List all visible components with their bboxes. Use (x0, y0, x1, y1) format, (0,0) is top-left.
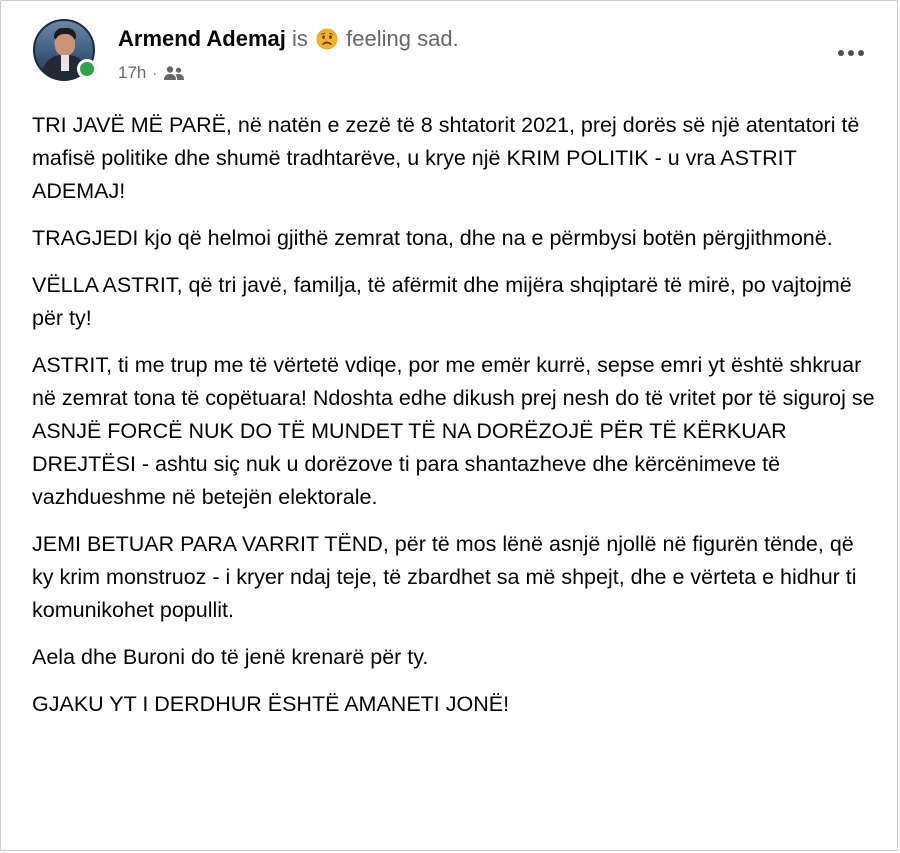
meta-separator: · (152, 65, 158, 81)
more-options-icon[interactable] (831, 37, 871, 69)
post-paragraph: Aela dhe Buroni do të jenë krenarë për t… (32, 645, 429, 669)
post-meta: 17h · (118, 62, 185, 84)
post-timestamp[interactable]: 17h (118, 62, 146, 84)
post-paragraph: TRI JAVË MË PARË, në natën e zezë të 8 s… (32, 113, 860, 203)
online-status-dot (77, 59, 97, 79)
feeling-text[interactable]: feeling sad. (346, 26, 459, 51)
facebook-post: Armend Ademaj is feeling sad. 17h · TRI … (0, 0, 898, 851)
author-name-link[interactable]: Armend Ademaj (118, 26, 286, 51)
post-paragraph: GJAKU YT I DERDHUR ËSHTË AMANETI JONË! (32, 692, 510, 716)
sad-face-emoji (316, 28, 338, 50)
post-body: TRI JAVË MË PARË, në natën e zezë të 8 s… (32, 109, 877, 735)
post-paragraph: ASTRIT, ti me trup me të vërtetë vdiqe, … (32, 353, 875, 509)
post-paragraph: VËLLA ASTRIT, që tri javë, familja, të a… (32, 273, 852, 330)
post-title-line: Armend Ademaj is feeling sad. (118, 25, 459, 53)
post-paragraph: JEMI BETUAR PARA VARRIT TËND, për të mos… (32, 532, 857, 622)
post-header: Armend Ademaj is feeling sad. 17h · (33, 15, 873, 95)
post-paragraph: TRAGJEDI kjo që helmoi gjithë zemrat ton… (32, 226, 833, 250)
feeling-prefix: is (292, 26, 308, 51)
author-avatar[interactable] (33, 19, 97, 81)
friends-icon[interactable] (163, 65, 185, 81)
